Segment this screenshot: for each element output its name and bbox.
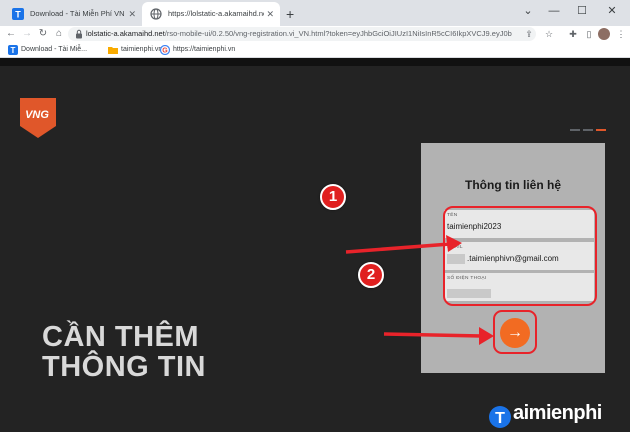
page-content: VNG CẦN THÊM THÔNG TIN Thông tin liên hệ… (0, 58, 630, 432)
svg-text:G: G (162, 48, 168, 55)
svg-text:T: T (15, 10, 21, 20)
bookmark-taimienphi-url[interactable]: G https://taimienphi.vn (160, 42, 235, 58)
svg-text:T: T (11, 46, 16, 55)
vng-logo: VNG (20, 98, 56, 138)
home-icon[interactable]: ⌂ (52, 26, 66, 42)
lock-icon[interactable] (74, 29, 84, 39)
progress-step-2 (583, 129, 593, 131)
url-text[interactable]: lolstatic-a.akamaihd.net/rso-mobile-ui/0… (86, 27, 526, 41)
watermark-text: aimienphi (513, 402, 602, 424)
browser-toolbar: ← → ↻ ⌂ lolstatic-a.akamaihd.net/rso-mob… (0, 26, 630, 42)
tab-search-icon[interactable]: ⌄ (518, 0, 538, 24)
svg-text:T: T (495, 410, 505, 427)
maximize-button[interactable]: ☐ (572, 0, 592, 24)
taimienphi-favicon: T (8, 45, 18, 55)
globe-icon (150, 8, 162, 20)
extensions-icon[interactable]: ✚ (566, 26, 580, 42)
avatar[interactable] (598, 28, 610, 40)
url-host: lolstatic-a.akamaihd.net (86, 29, 165, 38)
share-icon[interactable]: ⇪ (522, 26, 536, 42)
headline-line-1: CẦN THÊM (42, 321, 200, 353)
progress-step-1 (570, 129, 580, 131)
headline-line-2: THÔNG TIN (42, 351, 206, 383)
annotation-badge-2: 2 (358, 262, 384, 288)
contact-form-card: Thông tin liên hệ TÊN taimienphi2023 EMA… (421, 143, 605, 373)
close-icon[interactable]: ✕ (128, 2, 136, 26)
bookmark-download[interactable]: T Download - Tài Miễ... (8, 42, 87, 58)
tab-download-taimienphi[interactable]: T Download - Tài Miễn Phí VN - Pi ✕ (4, 2, 142, 26)
annotation-badge-1: 1 (320, 184, 346, 210)
minimize-button[interactable]: — (544, 0, 564, 24)
bookmark-label: Download - Tài Miễ... (21, 46, 88, 53)
page-headline: CẦN THÊM THÔNG TIN (42, 322, 242, 382)
tab-strip: T Download - Tài Miễn Phí VN - Pi ✕ http… (0, 0, 630, 26)
annotation-fields-outline (443, 206, 597, 306)
google-icon: G (160, 45, 170, 55)
tab-title: https://lolstatic-a.akamaihd.net/r (168, 9, 264, 18)
folder-icon (108, 47, 118, 54)
taimienphi-watermark: T aimienphi (488, 402, 628, 430)
next-button[interactable]: → (500, 318, 530, 348)
menu-icon[interactable]: ⋮ (614, 26, 628, 42)
address-bar[interactable]: lolstatic-a.akamaihd.net/rso-mobile-ui/0… (68, 27, 536, 41)
tab-lolstatic[interactable]: https://lolstatic-a.akamaihd.net/r ✕ (142, 2, 280, 26)
close-window-button[interactable]: ✕ (602, 0, 622, 24)
bookmark-label: taimienphi.vn (121, 46, 163, 53)
taimienphi-favicon: T (12, 8, 24, 20)
svg-text:VNG: VNG (25, 109, 49, 121)
tab-title: Download - Tài Miễn Phí VN - Pi (30, 9, 126, 18)
side-panel-icon[interactable]: ▯ (582, 26, 596, 42)
bookmark-taimienphi-folder[interactable]: taimienphi.vn (108, 42, 162, 58)
reload-icon[interactable]: ↻ (36, 26, 50, 42)
taimienphi-logo-icon: T (489, 406, 511, 428)
new-tab-button[interactable]: + (286, 2, 294, 26)
top-band (0, 58, 630, 66)
star-icon[interactable]: ☆ (542, 26, 556, 42)
bookmarks-bar: T Download - Tài Miễ... taimienphi.vn G … (0, 42, 630, 58)
bookmark-label: https://taimienphi.vn (173, 46, 236, 53)
forward-arrow-icon[interactable]: → (20, 26, 34, 42)
close-icon[interactable]: ✕ (266, 2, 274, 26)
url-path: /rso-mobile-ui/0.2.50/vng-registration.v… (164, 29, 512, 38)
back-arrow-icon[interactable]: ← (4, 26, 18, 42)
form-title: Thông tin liên hệ (465, 178, 561, 192)
progress-step-3-active (596, 129, 606, 131)
